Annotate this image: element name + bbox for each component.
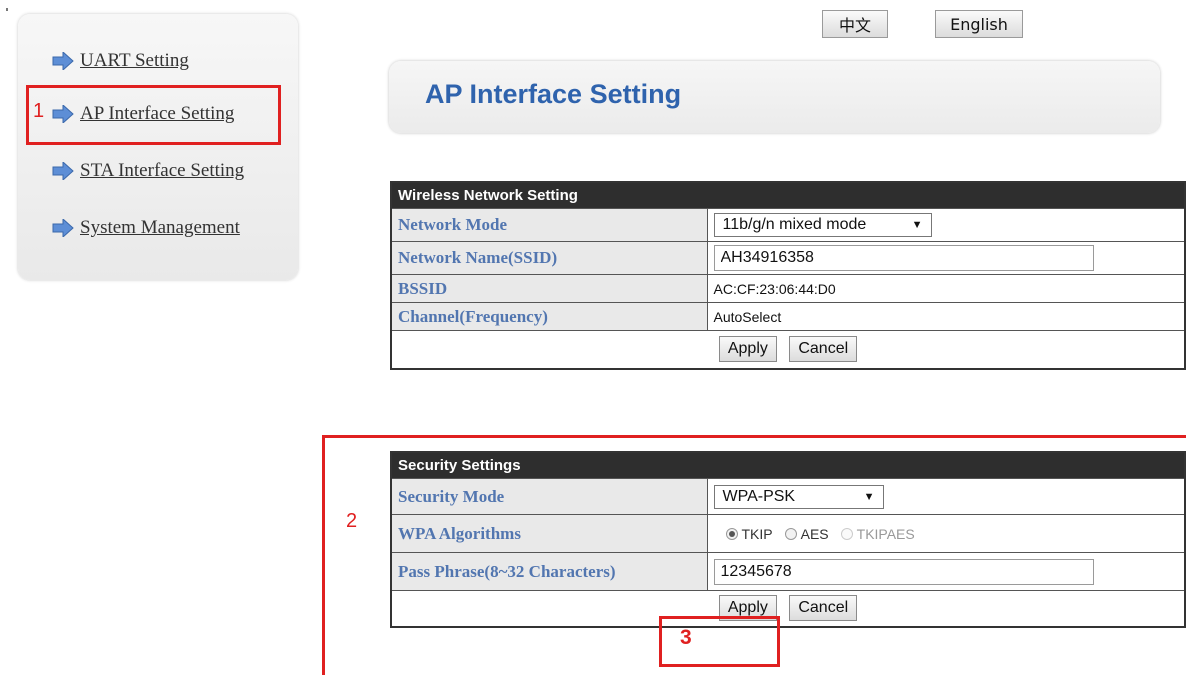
- security-settings-header: Security Settings: [391, 452, 1186, 479]
- table-row: BSSID AC:CF:23:06:44:D0: [390, 274, 1186, 303]
- annotation-marker-2: 2: [346, 510, 358, 532]
- security-mode-value: WPA-PSK: [722, 487, 796, 505]
- radio-tkipaes[interactable]: [840, 527, 853, 540]
- security-cancel-button[interactable]: Cancel: [789, 595, 858, 622]
- table-row: Apply Cancel: [390, 590, 1186, 627]
- wpa-algorithms-label: WPA Algorithms: [390, 514, 708, 553]
- highlight-box-ap-interface: [26, 85, 281, 145]
- annotation-marker-3: 3: [680, 626, 692, 649]
- wireless-network-table: Wireless Network Setting Network Mode 11…: [390, 181, 1186, 370]
- sidebar-item-system-management[interactable]: System Management: [52, 213, 240, 243]
- pass-phrase-label: Pass Phrase(8~32 Characters): [390, 552, 708, 591]
- pass-phrase-input[interactable]: [713, 558, 1094, 585]
- ssid-label: Network Name(SSID): [390, 241, 708, 275]
- page-header: AP Interface Setting: [389, 61, 1160, 133]
- sidebar-item-sta-interface-setting[interactable]: STA Interface Setting: [52, 156, 244, 186]
- network-mode-label: Network Mode: [390, 208, 708, 242]
- wireless-network-header: Wireless Network Setting: [391, 182, 1186, 209]
- ssid-input[interactable]: [713, 245, 1094, 271]
- highlight-box-apply: [659, 616, 780, 667]
- sidebar-nav: UART Setting AP Interface Setting STA In…: [18, 14, 298, 280]
- sidebar-item-label: UART Setting: [80, 50, 189, 71]
- sidebar-item-label: System Management: [80, 217, 240, 238]
- page-title: AP Interface Setting: [425, 79, 682, 109]
- radio-label-tkip: TKIP: [741, 525, 773, 542]
- security-mode-select[interactable]: WPA-PSK ▼: [713, 484, 884, 509]
- wpa-algorithms-radio-group: TKIP AES TKIPAES: [714, 526, 1185, 542]
- security-settings-table: Security Settings Security Mode WPA-PSK …: [390, 451, 1186, 628]
- sidebar-item-uart-setting[interactable]: UART Setting: [52, 46, 189, 76]
- radio-tkip[interactable]: [725, 527, 738, 540]
- network-mode-value: 11b/g/n mixed mode: [722, 216, 867, 233]
- annotation-marker-1: 1: [33, 100, 45, 122]
- wireless-cancel-button[interactable]: Cancel: [789, 336, 858, 363]
- table-row: Security Mode WPA-PSK ▼: [390, 478, 1186, 515]
- sidebar-item-label: STA Interface Setting: [80, 160, 245, 181]
- arrow-right-icon: [52, 219, 74, 237]
- corner-dot: [6, 8, 8, 11]
- table-row: Network Mode 11b/g/n mixed mode ▼: [390, 208, 1186, 242]
- table-row: Channel(Frequency) AutoSelect: [390, 302, 1186, 331]
- arrow-right-icon: [52, 162, 74, 180]
- security-mode-label: Security Mode: [390, 478, 708, 515]
- table-row: WPA Algorithms TKIP AES TKIPAES: [390, 514, 1186, 553]
- bssid-label: BSSID: [390, 274, 708, 303]
- channel-label: Channel(Frequency): [390, 302, 708, 331]
- caret-down-icon: ▼: [863, 490, 875, 503]
- wireless-apply-button[interactable]: Apply: [718, 336, 777, 363]
- caret-down-icon: ▼: [911, 219, 923, 231]
- radio-aes[interactable]: [784, 527, 797, 540]
- channel-value: AutoSelect: [706, 302, 1186, 331]
- radio-label-aes: AES: [800, 525, 829, 542]
- language-english-button[interactable]: English: [935, 10, 1023, 38]
- bssid-value: AC:CF:23:06:44:D0: [706, 274, 1186, 303]
- table-row: Apply Cancel: [390, 330, 1186, 369]
- language-chinese-button[interactable]: 中文: [822, 10, 888, 38]
- network-mode-select[interactable]: 11b/g/n mixed mode ▼: [713, 213, 932, 237]
- table-row: Network Name(SSID): [390, 241, 1186, 275]
- radio-label-tkipaes: TKIPAES: [856, 525, 915, 542]
- table-row: Pass Phrase(8~32 Characters): [390, 552, 1186, 591]
- arrow-right-icon: [52, 52, 74, 70]
